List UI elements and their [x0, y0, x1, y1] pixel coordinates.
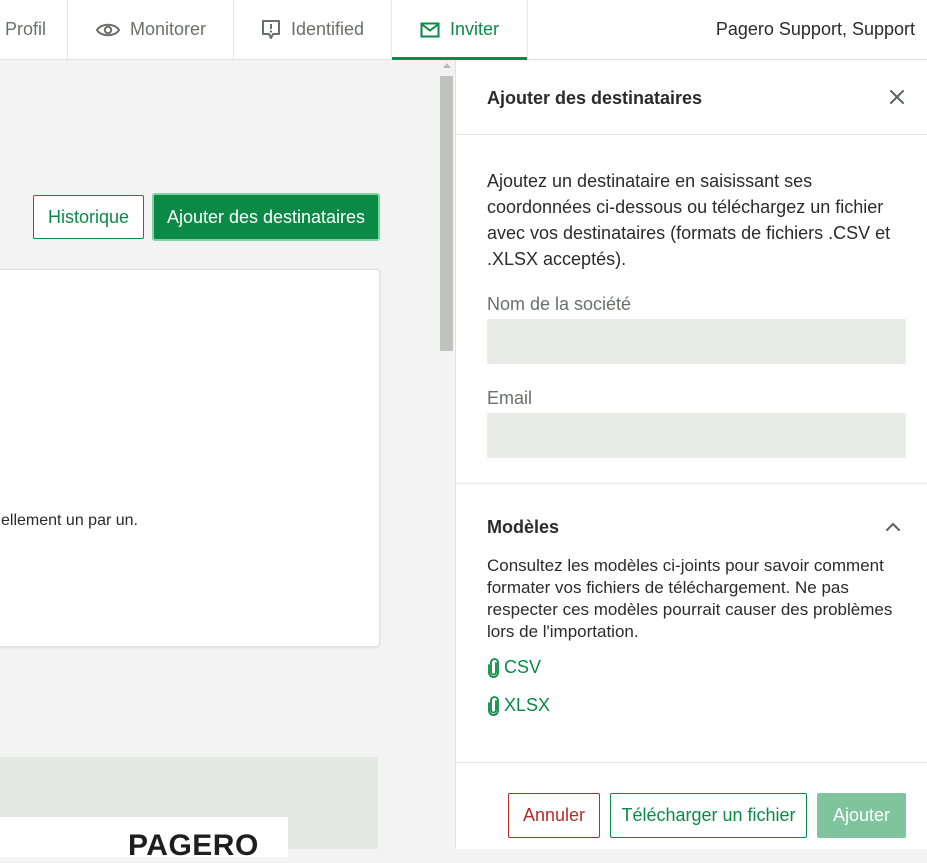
scrollbar-thumb[interactable] [440, 76, 453, 351]
add-recipients-drawer: Ajouter des destinataires Ajoutez un des… [455, 60, 927, 849]
email-label: Email [487, 388, 533, 408]
xlsx-template-link[interactable]: XLSX [487, 695, 550, 716]
user-menu[interactable]: Pagero Support, Support [716, 0, 915, 59]
pagero-logo: PAGERO [128, 829, 259, 862]
cancel-button[interactable]: Annuler [508, 793, 600, 838]
tab-identified[interactable]: Identified [234, 0, 392, 59]
templates-title: Modèles [487, 517, 560, 537]
email-input[interactable] [487, 413, 906, 458]
tab-profil[interactable]: Profil [0, 0, 68, 59]
drawer-title: Ajouter des destinataires [487, 88, 703, 108]
tab-label: Monitorer [130, 19, 207, 39]
templates-description: Consultez les modèles ci-joints pour sav… [487, 556, 893, 641]
chevron-up-icon[interactable] [882, 516, 904, 538]
divider [456, 483, 927, 484]
mail-icon [420, 22, 440, 38]
divider [456, 134, 927, 135]
scroll-up-arrow-icon[interactable] [443, 63, 451, 68]
company-label: Nom de la société [487, 294, 632, 314]
tab-label: Identified [291, 19, 365, 39]
paperclip-icon [487, 695, 501, 716]
tab-label: Inviter [450, 19, 500, 39]
tab-monitorer[interactable]: Monitorer [68, 0, 234, 59]
close-icon[interactable] [886, 86, 908, 108]
tab-label: Profil [5, 19, 47, 39]
paperclip-icon [487, 657, 501, 678]
drawer-intro: Ajoutez un destinataire en saisissant se… [487, 171, 891, 269]
add-recipients-button[interactable]: Ajouter des destinataires [152, 193, 380, 241]
xlsx-link-label: XLSX [504, 695, 551, 715]
alert-message-icon [261, 19, 281, 40]
card-text: ellement un par un. [1, 512, 138, 529]
upload-file-button[interactable]: Télécharger un fichier [610, 793, 807, 838]
eye-icon [96, 22, 120, 38]
history-button[interactable]: Historique [33, 195, 144, 239]
top-navigation: Profil Monitorer Identified Inviter Page… [0, 0, 927, 60]
tab-inviter[interactable]: Inviter [392, 0, 528, 60]
add-button[interactable]: Ajouter [817, 793, 906, 838]
csv-template-link[interactable]: CSV [487, 657, 541, 678]
csv-link-label: CSV [504, 657, 542, 677]
content-card: ellement un par un. [0, 269, 380, 647]
company-name-input[interactable] [487, 319, 906, 364]
divider [456, 762, 927, 763]
